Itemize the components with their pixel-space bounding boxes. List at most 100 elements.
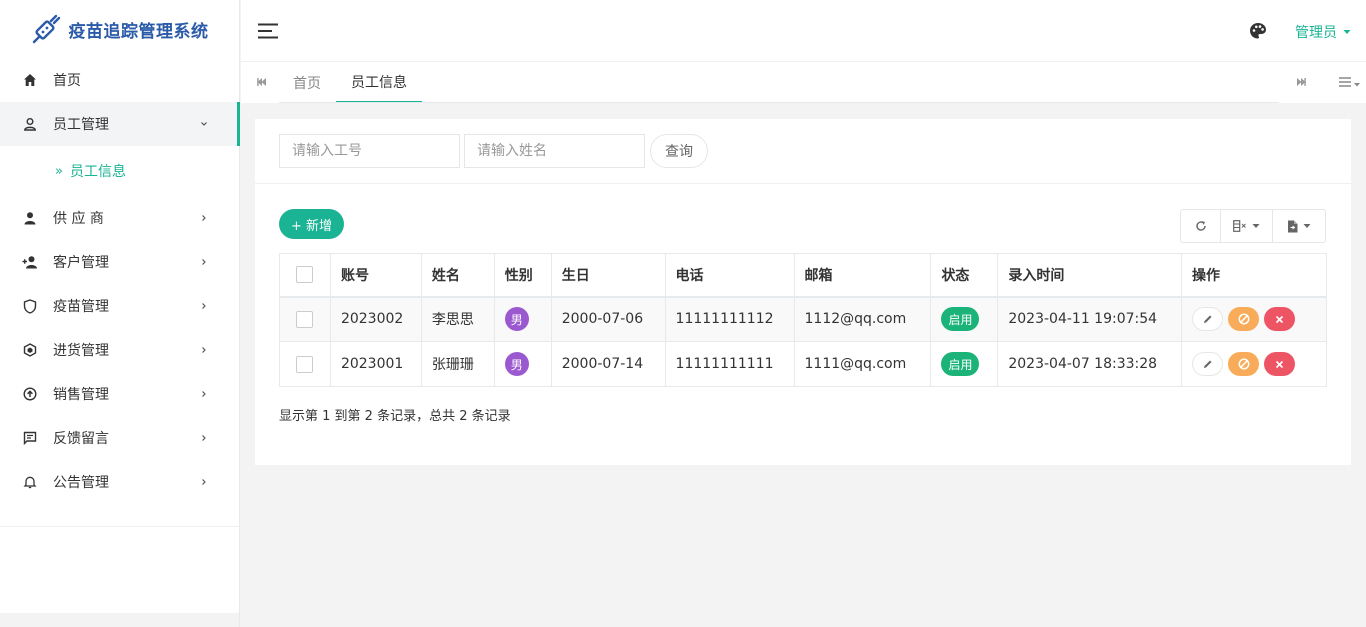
pagination-info: 显示第 1 到第 2 条记录，总共 2 条记录: [279, 409, 511, 424]
sidebar-item-vaccine[interactable]: 疫苗管理: [0, 284, 239, 328]
status-badge: 启用: [941, 307, 980, 332]
delete-button[interactable]: [1264, 352, 1295, 376]
upload-circle-icon: [22, 386, 38, 402]
table-header-row: 账号 姓名 性别 生日 电话 邮箱 状态 录入时间 操作: [279, 253, 1327, 298]
double-chevron-right-icon: »: [55, 163, 63, 179]
column-header[interactable]: 生日: [550, 253, 666, 298]
sidebar-item-purchase[interactable]: 进货管理: [0, 328, 239, 372]
table-row: 2023002 李思思 男 2000-07-06 11111111112 111…: [279, 296, 1327, 342]
delete-button[interactable]: [1264, 307, 1295, 332]
cell-created: 2023-04-11 19:07:54: [997, 296, 1182, 342]
cell-gender: 男: [493, 296, 552, 342]
edit-button[interactable]: [1192, 352, 1223, 376]
sidebar-item-label: 供 应 商: [53, 211, 104, 227]
export-button[interactable]: [1273, 210, 1325, 242]
row-select-cell: [279, 296, 331, 342]
disable-button[interactable]: [1228, 352, 1259, 376]
column-header[interactable]: 账号: [329, 253, 422, 298]
user-solid-icon: [22, 210, 38, 226]
palette-icon[interactable]: [1249, 22, 1267, 40]
column-header[interactable]: 性别: [493, 253, 552, 298]
sidebar-subitem-label: 员工信息: [69, 164, 126, 180]
logo[interactable]: 疫苗追踪管理系统: [0, 0, 239, 58]
sidebar-item-sales[interactable]: 销售管理: [0, 372, 239, 416]
select-all-checkbox[interactable]: [296, 266, 314, 284]
tab-employee-info[interactable]: 员工信息: [336, 62, 422, 103]
home-icon: [22, 72, 38, 88]
sidebar-item-label: 员工管理: [53, 117, 109, 133]
add-button[interactable]: + 新增: [279, 209, 344, 239]
gender-badge: 男: [504, 352, 529, 376]
row-checkbox[interactable]: [296, 355, 314, 373]
chevron-right-icon: [199, 389, 209, 399]
pencil-icon: [1203, 360, 1211, 368]
column-header[interactable]: 状态: [930, 253, 999, 298]
table-toolbar: [1180, 209, 1326, 243]
cell-actions: [1181, 296, 1327, 342]
hamburger-menu-icon[interactable]: [258, 23, 278, 39]
cell-phone: 11111111112: [664, 296, 795, 342]
message-icon: [22, 430, 38, 446]
column-header[interactable]: 录入时间: [997, 253, 1182, 298]
query-button[interactable]: 查询: [650, 134, 708, 168]
cell-name: 张珊珊: [420, 341, 495, 387]
sidebar-item-feedback[interactable]: 反馈留言: [0, 416, 239, 460]
tab-scroll-right-icon[interactable]: [1294, 75, 1308, 89]
cell-birthday: 2000-07-06: [550, 296, 666, 342]
close-icon: [1275, 360, 1284, 368]
gender-badge: 男: [504, 307, 529, 332]
sidebar-item-supplier[interactable]: 供 应 商: [0, 196, 239, 240]
sidebar-divider: [0, 526, 240, 527]
column-header[interactable]: 邮箱: [793, 253, 932, 298]
chevron-right-icon: [199, 433, 209, 443]
sidebar-item-home[interactable]: 首页: [0, 58, 239, 102]
chevron-right-icon: [199, 213, 209, 223]
cell-phone: 11111111111: [664, 341, 795, 387]
columns-icon: [1233, 220, 1246, 232]
sidebar-item-label: 客户管理: [53, 255, 109, 271]
employee-id-input[interactable]: [279, 134, 460, 168]
search-form: 查询: [279, 134, 708, 168]
columns-toggle-button[interactable]: [1221, 210, 1273, 242]
cell-gender: 男: [493, 341, 552, 387]
status-badge: 启用: [941, 352, 980, 376]
file-export-icon: [1288, 220, 1298, 232]
column-header[interactable]: 电话: [664, 253, 795, 298]
content-panel: 查询 + 新增 账号 姓名 性别 生日 电话: [255, 119, 1351, 465]
cell-status: 启用: [930, 341, 999, 387]
user-name: 管理员: [1295, 25, 1337, 41]
box-icon: [22, 342, 38, 358]
sidebar-item-customer[interactable]: 客户管理: [0, 240, 239, 284]
cell-email: 1111@qq.com: [793, 341, 932, 387]
sidebar-item-label: 反馈留言: [53, 431, 109, 447]
refresh-icon: [1195, 221, 1206, 231]
edit-button[interactable]: [1192, 307, 1223, 332]
tab-scroll-left-icon[interactable]: [255, 75, 269, 89]
row-checkbox[interactable]: [296, 310, 314, 328]
disable-button[interactable]: [1228, 307, 1259, 332]
cell-created: 2023-04-07 18:33:28: [997, 341, 1182, 387]
sidebar-item-notice[interactable]: 公告管理: [0, 460, 239, 504]
pencil-icon: [1203, 315, 1211, 324]
top-header: 管理员: [241, 0, 1366, 62]
ban-icon: [1238, 313, 1249, 325]
sidebar: 疫苗追踪管理系统 首页 员工管理 » 员工信息 供 应 商 客户管理 疫苗管理 …: [0, 0, 240, 613]
cell-account: 2023001: [329, 341, 422, 387]
tab-options-icon[interactable]: [1337, 74, 1363, 90]
cell-email: 1112@qq.com: [793, 296, 932, 342]
chevron-right-icon: [199, 477, 209, 487]
sidebar-item-label: 销售管理: [53, 387, 109, 403]
caret-down-icon: [1303, 224, 1311, 228]
sidebar-item-label: 首页: [53, 73, 81, 89]
tab-bar: 首页 员工信息: [241, 62, 1366, 103]
employee-name-input[interactable]: [464, 134, 645, 168]
tab-home[interactable]: 首页: [293, 62, 321, 103]
sidebar-subitem-employee-info[interactable]: » 员工信息: [0, 146, 239, 196]
column-header[interactable]: 姓名: [420, 253, 495, 298]
sidebar-item-employee[interactable]: 员工管理: [0, 102, 240, 146]
sidebar-item-label: 进货管理: [53, 343, 109, 359]
refresh-button[interactable]: [1181, 210, 1221, 242]
user-menu[interactable]: 管理员: [1295, 22, 1351, 42]
sidebar-footer: [0, 613, 240, 627]
app-title: 疫苗追踪管理系统: [68, 21, 209, 42]
